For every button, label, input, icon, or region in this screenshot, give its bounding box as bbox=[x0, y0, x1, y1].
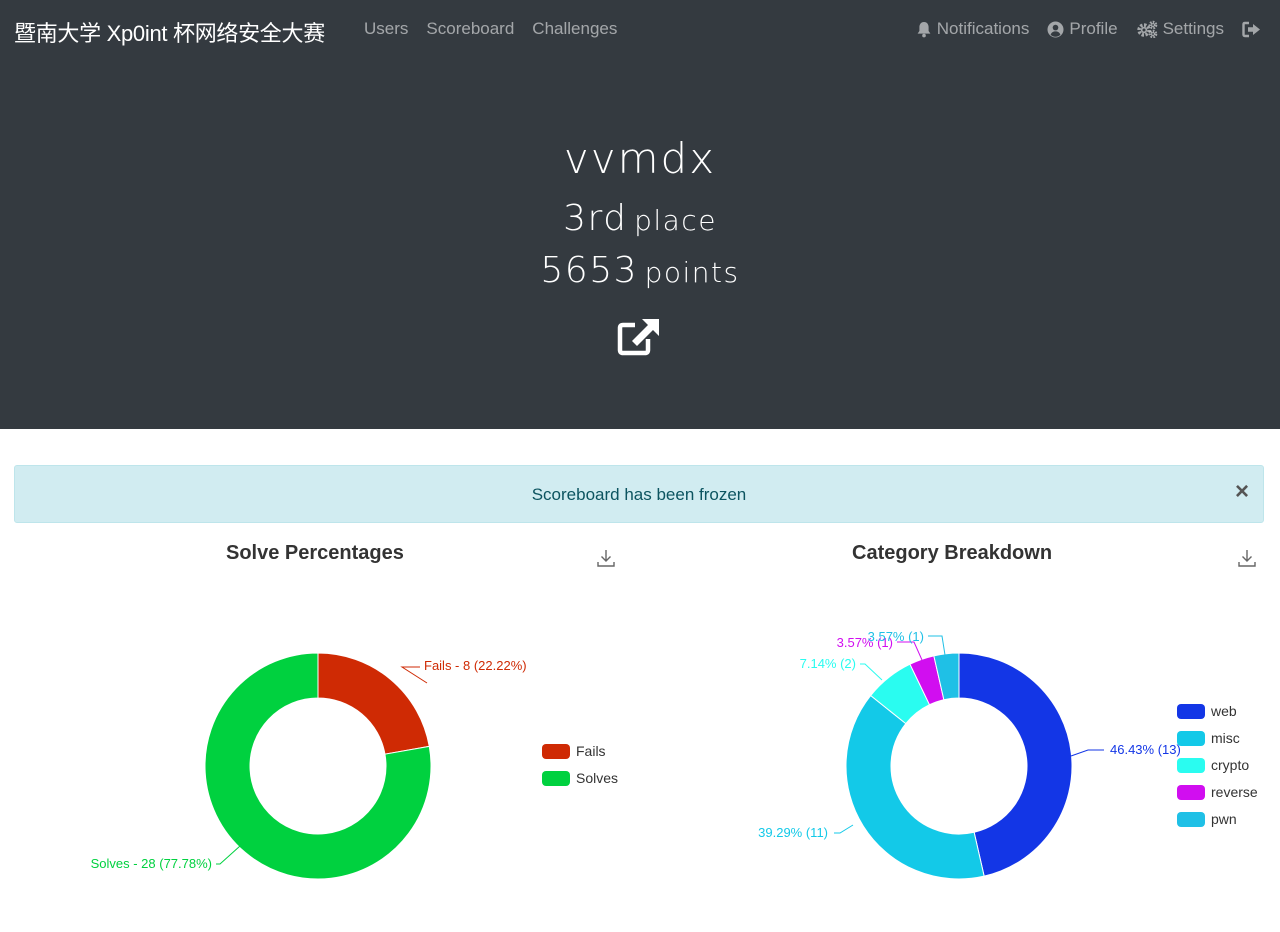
chart1-leader-reverse bbox=[897, 641, 923, 661]
chart0-label-Solves: Solves - 28 (77.78%) bbox=[91, 856, 212, 871]
chart1-label-crypto: 7.14% (2) bbox=[800, 656, 856, 671]
chart1-legend-swatch-misc bbox=[1177, 731, 1205, 746]
chart0-legend-swatch-Solves bbox=[542, 771, 570, 786]
chart1-legend-swatch-reverse bbox=[1177, 785, 1205, 800]
chart1-legend-label-reverse: reverse bbox=[1211, 784, 1258, 800]
chart0-legend-swatch-Fails bbox=[542, 744, 570, 759]
chart0-leader-Solves bbox=[216, 845, 241, 865]
chart1-legend-label-misc: misc bbox=[1211, 730, 1240, 746]
chart0-label-Fails: Fails - 8 (22.22%) bbox=[424, 658, 527, 673]
chart1-legend-label-pwn: pwn bbox=[1211, 811, 1237, 827]
chart1-legend-label-crypto: crypto bbox=[1211, 757, 1249, 773]
chart1-legend-label-web: web bbox=[1210, 703, 1237, 719]
chart1-leader-pwn bbox=[928, 635, 946, 656]
charts-canvas: Fails - 8 (22.22%) Fails Solves - 28 (77.7… bbox=[91, 629, 1258, 880]
chart1-label-web: 46.43% (13) bbox=[1110, 742, 1181, 757]
chart1-leader-crypto bbox=[860, 663, 883, 681]
chart1-legend-swatch-web bbox=[1177, 704, 1205, 719]
chart1-legend-swatch-crypto bbox=[1177, 758, 1205, 773]
chart0-legend-label-Solves: Solves bbox=[576, 770, 618, 786]
chart1-legend-swatch-pwn bbox=[1177, 812, 1205, 827]
chart0-legend-label-Fails: Fails bbox=[576, 743, 606, 759]
chart0-slice-Fails bbox=[317, 652, 430, 755]
chart1-leader-misc bbox=[834, 824, 854, 834]
chart1-slice-misc bbox=[845, 694, 985, 880]
chart1-leader-web bbox=[1070, 749, 1104, 757]
chart1-label-pwn: 3.57% (1) bbox=[868, 629, 924, 644]
chart1-label-misc: 39.29% (11) bbox=[758, 825, 828, 840]
